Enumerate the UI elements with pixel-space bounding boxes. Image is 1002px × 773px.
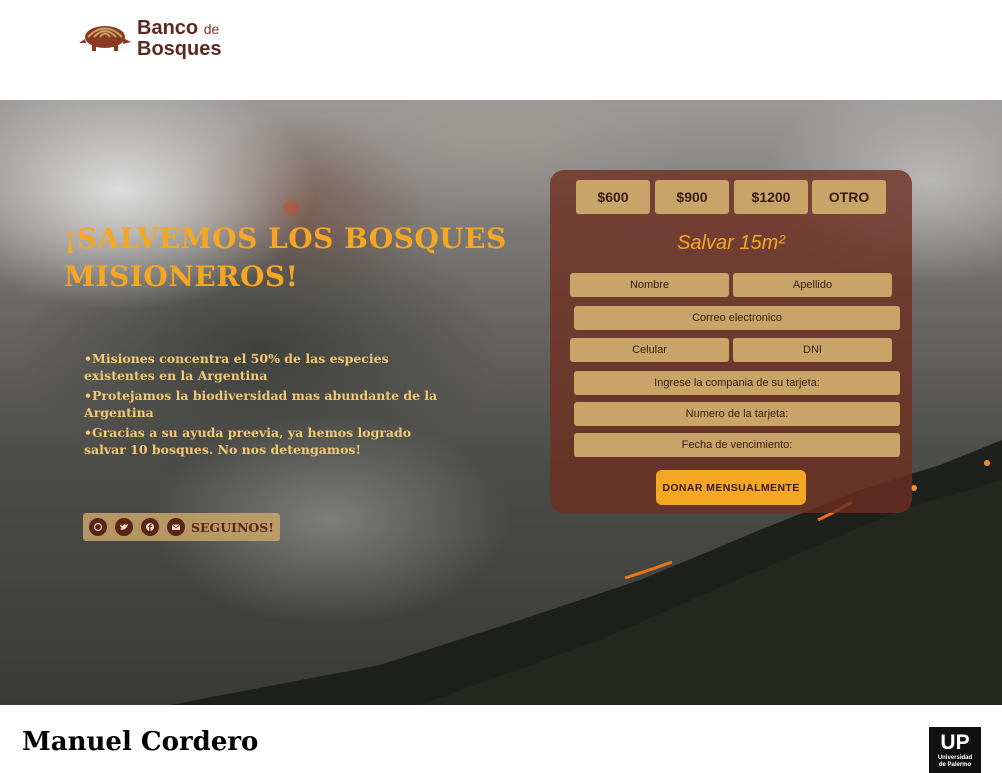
card-company-field[interactable]: Ingrese la compania de su tarjeta: bbox=[574, 371, 900, 395]
email-icon[interactable] bbox=[167, 518, 185, 536]
hero-section: ¡SALVEMOS LOS BOSQUES MISIONEROS! •Misio… bbox=[0, 100, 1002, 705]
author-name: Manuel Cordero bbox=[22, 727, 259, 757]
fact-item: •Misiones concentra el 50% de las especi… bbox=[84, 351, 389, 383]
donate-monthly-button[interactable]: DONAR MENSUALMENTE bbox=[656, 470, 806, 505]
brand-name: Banco de Bosques bbox=[137, 17, 222, 60]
amount-600-button[interactable]: $600 bbox=[576, 180, 650, 214]
email-field[interactable]: Correo electronico bbox=[574, 306, 900, 330]
amount-other-button[interactable]: OTRO bbox=[812, 180, 886, 214]
hero-headline: ¡SALVEMOS LOS BOSQUES MISIONEROS! bbox=[64, 222, 507, 293]
twitter-icon[interactable] bbox=[115, 518, 133, 536]
follow-us-label: SEGUINOS! bbox=[191, 519, 274, 535]
donation-form: $600 $900 $1200 OTRO Salvar 15m² Nombre … bbox=[550, 170, 912, 513]
form-title: Salvar 15m² bbox=[677, 232, 785, 254]
celular-field[interactable]: Celular bbox=[570, 338, 729, 362]
site-footer: Manuel Cordero UP Universidad de Palermo bbox=[0, 705, 1002, 773]
amount-900-button[interactable]: $900 bbox=[655, 180, 729, 214]
brand-logo[interactable]: Banco de Bosques bbox=[78, 16, 221, 61]
site-header: Banco de Bosques bbox=[0, 0, 1002, 100]
facebook-icon[interactable] bbox=[141, 518, 159, 536]
amount-1200-button[interactable]: $1200 bbox=[734, 180, 808, 214]
social-bar: SEGUINOS! bbox=[83, 513, 280, 541]
armadillo-icon bbox=[78, 16, 132, 61]
dni-field[interactable]: DNI bbox=[733, 338, 892, 362]
facts-list: •Misiones concentra el 50% de las especi… bbox=[84, 350, 444, 461]
card-number-field[interactable]: Numero de la tarjeta: bbox=[574, 402, 900, 426]
university-logo: UP Universidad de Palermo bbox=[929, 727, 981, 773]
fact-item: •Protejamos la biodiversidad mas abundan… bbox=[84, 388, 438, 420]
nombre-field[interactable]: Nombre bbox=[570, 273, 729, 297]
expiry-date-field[interactable]: Fecha de vencimiento: bbox=[574, 433, 900, 457]
fact-item: •Gracias a su ayuda preevia, ya hemos lo… bbox=[84, 425, 412, 457]
apellido-field[interactable]: Apellido bbox=[733, 273, 892, 297]
whatsapp-icon[interactable] bbox=[89, 518, 107, 536]
